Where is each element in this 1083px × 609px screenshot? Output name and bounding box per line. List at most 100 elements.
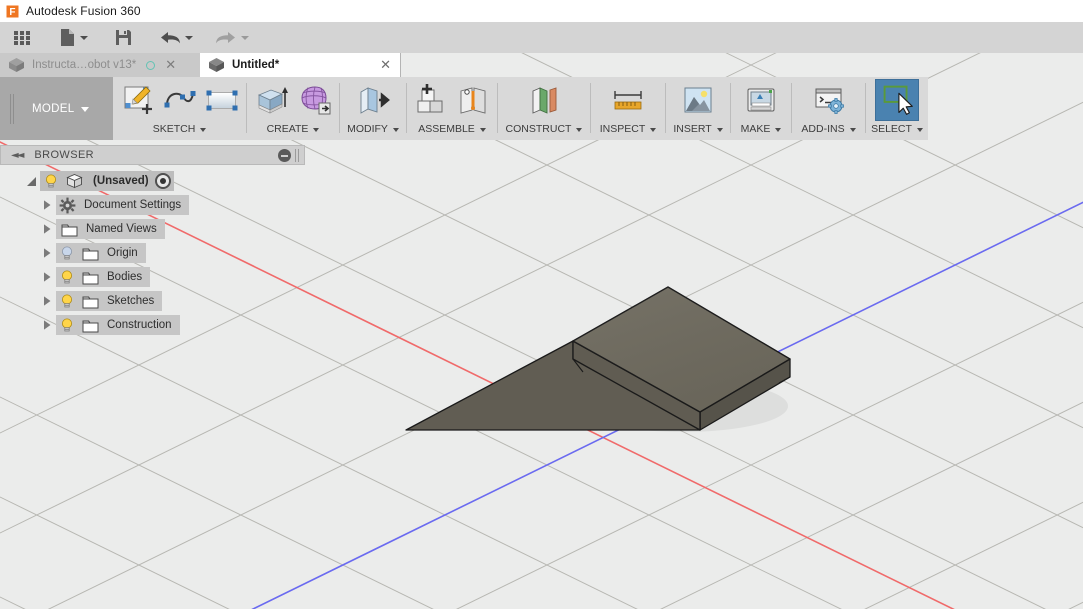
lightbulb-on-icon (62, 294, 72, 308)
tree-row-content[interactable]: Named Views (56, 219, 165, 239)
tree-row-content[interactable]: (Unsaved) (40, 171, 174, 191)
folder-icon (82, 248, 99, 260)
select-tool-button[interactable] (875, 78, 919, 121)
chevron-down-icon (200, 127, 207, 132)
file-document-icon (61, 29, 74, 46)
chevron-down-icon (650, 127, 657, 132)
offset-plane-button[interactable] (523, 79, 565, 121)
measure-button[interactable] (607, 79, 649, 121)
lightbulb-on-icon (62, 318, 72, 332)
tree-row[interactable]: Construction (0, 313, 305, 337)
ribbon-group-sketch: SKETCH (113, 77, 246, 140)
form-button[interactable] (293, 79, 335, 121)
chevron-down-icon (576, 127, 583, 132)
chevron-down-icon (80, 35, 88, 40)
ribbon-group-label-text: INSPECT (599, 123, 646, 135)
ribbon-group-label[interactable]: CONSTRUCT (506, 120, 583, 138)
ribbon-group-label[interactable]: MAKE (741, 120, 782, 138)
tree-row[interactable]: Origin (0, 241, 305, 265)
tree-row[interactable]: Bodies (0, 265, 305, 289)
3d-print-button[interactable] (740, 79, 782, 121)
radio-target-icon[interactable] (154, 173, 171, 189)
expand-arrow-right-icon[interactable] (38, 248, 56, 258)
undo-button[interactable] (154, 24, 198, 52)
double-chevron-left-icon[interactable]: ◄◄ (11, 150, 24, 161)
ribbon-group-select: SELECT (866, 77, 928, 140)
press-pull-button[interactable] (352, 79, 394, 121)
ribbon-group-label-text: SKETCH (152, 123, 196, 135)
rectangle-button[interactable] (201, 79, 243, 121)
ribbon-group-label[interactable]: CREATE (267, 120, 320, 138)
close-icon[interactable]: ✕ (162, 59, 179, 72)
document-tab-1[interactable]: Untitled* ✕ (200, 53, 400, 77)
quick-access-toolbar (0, 22, 1083, 53)
tspline-form-mesh-icon (301, 85, 331, 114)
document-tab-0[interactable]: Instructa…obot v13* ✕ (0, 53, 200, 77)
ribbon-group-label[interactable]: ADD-INS (801, 120, 856, 138)
tree-row-content[interactable]: Construction (56, 315, 180, 335)
fusion360-application-window: F Autodesk Fusion 360 Instructa…obot v13… (0, 0, 1083, 609)
ribbon-group-label-text: CONSTRUCT (505, 123, 572, 135)
expand-arrow-right-icon[interactable] (38, 320, 56, 330)
ribbon-group-label[interactable]: SKETCH (153, 120, 207, 138)
ribbon-separator (406, 83, 407, 133)
sketch-pencil-plus-icon (124, 85, 152, 114)
expand-arrow-right-icon[interactable] (38, 296, 56, 306)
tree-row-content[interactable]: Document Settings (56, 195, 190, 215)
chevron-down-icon (916, 127, 923, 132)
tree-item-label: Origin (107, 247, 138, 259)
expand-arrow-right-icon[interactable] (38, 272, 56, 282)
folder-icon (82, 272, 99, 284)
tree-row-content[interactable]: Sketches (56, 291, 163, 311)
ribbon-group-label[interactable]: SELECT (871, 120, 923, 138)
ribbon-group-label-text: INSERT (673, 123, 712, 135)
file-menu-button[interactable] (54, 24, 93, 52)
spline-button[interactable] (159, 79, 201, 121)
expand-arrow-right-icon[interactable] (38, 200, 56, 210)
tree-row[interactable]: Document Settings (0, 193, 305, 217)
tree-item-label: Construction (107, 319, 172, 331)
tree-item-label: Sketches (107, 295, 155, 307)
tree-row[interactable]: Named Views (0, 217, 305, 241)
ribbon-group-label[interactable]: INSPECT (600, 120, 657, 138)
ribbon-group-assemble: ASSEMBLE (407, 77, 497, 140)
tree-row[interactable]: (Unsaved) (0, 169, 305, 193)
workspace-switcher[interactable]: MODEL (0, 77, 113, 140)
ribbon-group-label-text: CREATE (266, 123, 309, 135)
ribbon-group-inspect: INSPECT (591, 77, 665, 140)
document-tab-strip: Instructa…obot v13* ✕ Untitled* ✕ (0, 53, 1083, 77)
chevron-down-icon (81, 107, 90, 112)
tree-row-content[interactable]: Origin (56, 243, 146, 263)
tree-item-label: Named Views (86, 223, 157, 235)
expand-arrow-right-icon[interactable] (38, 224, 56, 234)
lightbulb-on-icon (46, 174, 56, 188)
ribbon-separator (791, 83, 792, 133)
tree-row-content[interactable]: Bodies (56, 267, 151, 287)
expand-arrow-down-icon[interactable] (22, 176, 40, 186)
new-component-button[interactable] (410, 79, 452, 121)
redo-button[interactable] (210, 24, 254, 52)
show-data-panel-button[interactable] (8, 24, 37, 52)
ribbon-group-modify: MODIFY (340, 77, 406, 140)
minus-circle-icon[interactable] (278, 148, 291, 162)
extrude-button[interactable] (251, 79, 293, 121)
ribbon-group-label-text: MAKE (740, 123, 771, 135)
tree-item-label: (Unsaved) (93, 175, 149, 187)
select-window-cursor-icon (883, 85, 913, 115)
ribbon-group-label[interactable]: ASSEMBLE (418, 120, 486, 138)
folder-icon (82, 296, 99, 308)
chevron-down-icon (241, 35, 249, 40)
workspace-label: MODEL (32, 102, 75, 115)
create-sketch-button[interactable] (117, 79, 159, 121)
save-button[interactable] (109, 24, 138, 52)
joint-button[interactable] (452, 79, 494, 121)
ribbon-group-label-text: ASSEMBLE (418, 123, 475, 135)
tree-item-label: Document Settings (84, 199, 182, 211)
ribbon-group-label[interactable]: INSERT (673, 120, 723, 138)
scripts-addins-button[interactable] (808, 79, 850, 121)
insert-mcmaster-button[interactable] (677, 79, 719, 121)
tree-row[interactable]: Sketches (0, 289, 305, 313)
ribbon-group-label[interactable]: MODIFY (347, 120, 399, 138)
chevron-down-icon (392, 127, 399, 132)
close-icon[interactable]: ✕ (377, 59, 394, 72)
